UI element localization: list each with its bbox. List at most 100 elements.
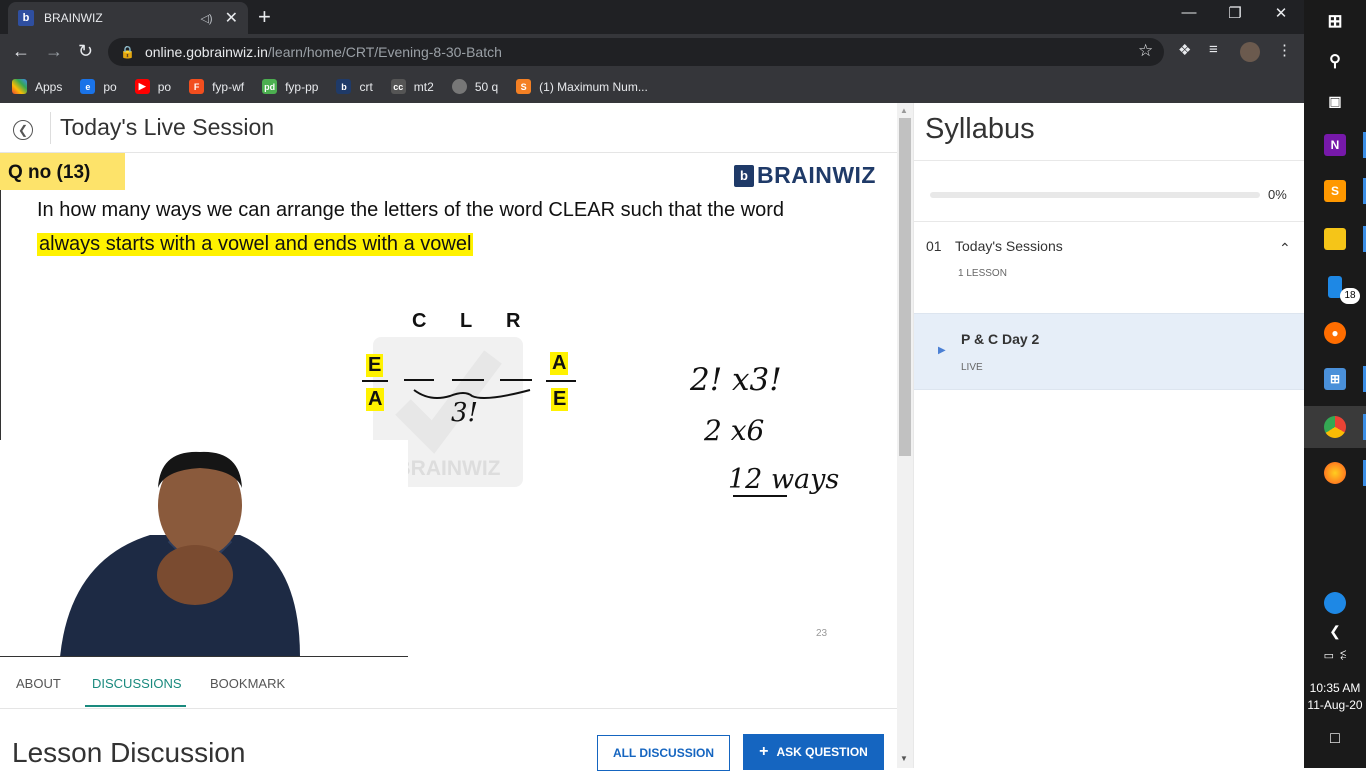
bookmark-fyp-pp[interactable]: pd fyp-pp [262,79,318,94]
calculator-app[interactable]: ⊞ [1304,358,1366,400]
syllabus-panel [913,103,1304,768]
onenote-icon: N [1324,134,1346,156]
page-title: Today's Live Session [60,114,275,140]
notification-badge: 18 [1340,288,1360,304]
ask-question-label: ASK QUESTION [776,745,868,759]
slide-page-number: 23 [816,628,828,639]
apps-grid-icon [12,79,27,94]
forward-arrow-icon[interactable]: → [45,41,63,62]
onenote-app[interactable]: N [1304,124,1366,166]
close-tab-icon[interactable]: ✕ [225,8,238,28]
taskbar-clock[interactable]: 10:35 AM 11-Aug-20 [1304,680,1366,714]
scroll-up-arrow-icon[interactable]: ▲ [900,106,908,115]
clock-time: 10:35 AM [1309,681,1361,695]
play-icon: ▶ [938,345,946,356]
bookmark-po-2[interactable]: ▶ po [134,79,171,94]
tab-bookmark[interactable]: BOOKMARK [210,676,285,691]
first-letter-e: E [366,354,384,377]
brainwiz-logo: b BRAINWIZ [734,162,876,189]
progress-bar [930,192,1260,198]
tab-about[interactable]: ABOUT [16,676,61,691]
tab-title: BRAINWIZ [44,11,103,25]
hand-line-3: 12 ways [728,464,840,495]
bookmark-star-icon[interactable]: ☆ [1138,41,1153,61]
hand-underbrace-label: 3! [451,398,478,428]
sublime-icon: S [1324,180,1346,202]
bookmark-crt[interactable]: b crt [336,79,373,94]
chrome-icon [1324,416,1346,438]
speaker-icon[interactable]: ◁) [200,12,212,25]
menu-kebab-icon[interactable]: ⋮ [1277,41,1292,59]
slot-2 [452,379,484,381]
address-bar[interactable]: 🔒 online.gobrainwiz.in/learn/home/CRT/Ev… [108,38,1164,66]
ask-question-button[interactable]: + ASK QUESTION [743,734,884,770]
syllabus-divider [914,160,1304,161]
scroll-down-arrow-icon[interactable]: ▼ [900,754,908,763]
back-circle-icon[interactable]: ❮ [13,120,33,140]
chrome-app[interactable] [1304,406,1366,448]
letter-c: C [412,310,427,332]
notification-icon: □ [1330,730,1340,747]
question-number: Q no (13) [0,153,125,190]
section-header[interactable] [914,222,1304,312]
figma-icon: F [189,79,205,94]
bookmark-50q[interactable]: 50 q [451,79,498,94]
slot-3 [500,379,532,381]
plus-icon: + [759,743,769,760]
bookmark-apps[interactable]: Apps [12,79,62,94]
header-divider [50,112,51,144]
brainwiz-icon: b [336,79,352,94]
logo-text: BRAINWIZ [757,162,876,188]
bookmark-fyp-wf[interactable]: Ffyp-wf [189,79,244,94]
brainwiz-logo-icon: b [734,164,754,187]
brainwiz-favicon-icon: b [18,10,34,26]
lock-icon: 🔒 [120,45,135,59]
new-tab-icon[interactable]: + [258,4,271,30]
reload-icon[interactable]: ↻ [78,41,93,62]
extensions-icon[interactable]: ❖ [1178,41,1191,59]
profile-avatar[interactable] [1240,42,1260,62]
phone-app[interactable]: 18 [1304,266,1366,308]
hand-line-2: 2 x6 [704,414,765,447]
search-icon: ⚲ [1329,53,1341,70]
lesson-name: P & C Day 2 [961,331,1040,347]
question-line-1: In how many ways we can arrange the lett… [37,199,785,221]
tab-discussions[interactable]: DISCUSSIONS [92,676,182,691]
file-explorer-app[interactable] [1304,218,1366,260]
minimize-icon[interactable]: — [1166,4,1212,21]
last-letter-e: E [551,388,569,411]
media-control-icon[interactable]: ≡ [1209,41,1218,58]
task-view-button[interactable]: ▣ [1304,80,1366,122]
close-window-icon[interactable]: ✕ [1258,4,1304,22]
section-lesson-count: 1 LESSON [958,268,1007,279]
chevron-up-icon[interactable]: ⌃ [1279,240,1291,257]
bookmark-po-1[interactable]: e po [80,79,117,94]
search-taskbar-button[interactable]: ⚲ [1304,40,1366,82]
browser-tab[interactable]: b BRAINWIZ ◁) ✕ [8,2,248,34]
slot-1 [404,379,434,381]
firefox-app[interactable] [1304,452,1366,494]
clock-date: 11-Aug-20 [1307,698,1363,712]
globe-icon [451,79,467,94]
bookmark-maximum-num[interactable]: S (1) Maximum Num... [516,79,648,94]
youtube-icon: ▶ [134,79,150,94]
system-tray[interactable]: ▭ ⥶ [1304,634,1366,676]
restore-icon[interactable]: ❐ [1212,4,1258,22]
lesson-item[interactable] [914,313,1304,390]
sublime-app[interactable]: S [1304,170,1366,212]
hand-line-1: 2! x3! [690,362,782,398]
scrollbar-thumb[interactable] [899,118,911,456]
letter-l: L [460,310,473,332]
back-arrow-icon[interactable]: ← [12,41,30,62]
stackoverflow-icon: S [516,79,532,94]
bookmark-mt2[interactable]: cc mt2 [390,79,434,94]
fraction-bar-right [546,380,576,382]
syllabus-title: Syllabus [925,113,1035,145]
active-tab-underline [85,705,186,707]
all-discussion-button[interactable]: ALL DISCUSSION [597,735,730,771]
start-button[interactable]: ⊞ [1304,0,1366,42]
folder-icon [1324,228,1346,250]
media-app[interactable]: ● [1304,312,1366,354]
action-center-button[interactable]: □ [1304,718,1366,760]
e-logo-icon: e [80,79,96,94]
